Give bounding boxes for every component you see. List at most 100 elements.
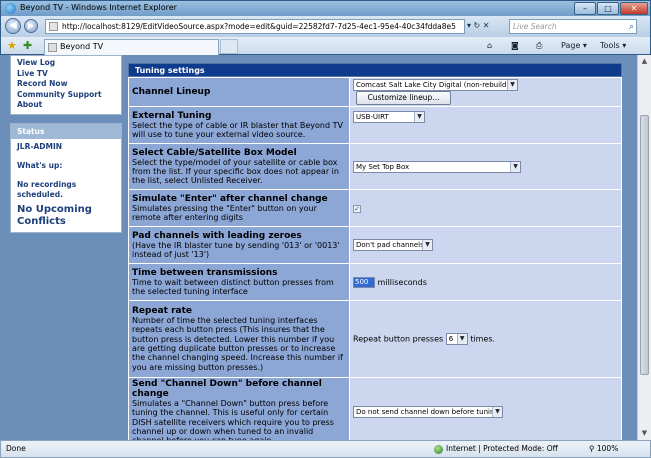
minimize-button[interactable]: – (574, 2, 596, 15)
zoom-text: 100% (596, 444, 619, 453)
row-time-between: Time between transmissions Time to wait … (128, 263, 622, 301)
status-recordings: No recordings scheduled. (17, 179, 77, 199)
back-button[interactable]: ◀ (5, 18, 21, 34)
time-between-input[interactable]: 500 (353, 276, 375, 288)
close-button[interactable]: ✕ (620, 2, 648, 15)
ie-logo-icon (5, 3, 16, 14)
channel-lineup-select[interactable]: Comcast Salt Lake City Digital (non-rebu… (353, 79, 518, 91)
window-title: Beyond TV - Windows Internet Explorer (20, 3, 177, 12)
zoom-icon: ⚲ (589, 444, 597, 453)
page-menu[interactable]: Page ▾ (561, 39, 587, 53)
search-placeholder: Live Search (513, 22, 557, 31)
sidebar-nav: View Log Live TV Record Now Community Su… (10, 55, 122, 115)
repeat-rate-suffix: times. (470, 334, 496, 344)
repeat-rate-title: Repeat rate (132, 306, 193, 317)
repeat-rate-value: 6 (448, 335, 454, 343)
search-input[interactable]: Live Search ⌕ (509, 19, 637, 34)
pad-zeroes-value: Don't pad channels (356, 241, 424, 249)
repeat-rate-prefix: Repeat button presses (353, 334, 444, 344)
channel-down-title: Send "Channel Down" before channel chang… (132, 379, 322, 399)
feeds-icon[interactable]: ◙ (511, 39, 519, 53)
row-repeat-rate: Repeat rate Number of time the selected … (128, 300, 622, 378)
security-zone-text: Internet | Protected Mode: Off (446, 444, 558, 453)
chevron-down-icon: ▼ (456, 334, 467, 344)
external-tuning-title: External Tuning (132, 110, 212, 121)
channel-lineup-value: Comcast Salt Lake City Digital (non-rebu… (356, 81, 510, 89)
status-header: Status (11, 123, 121, 139)
external-tuning-select[interactable]: USB-UIRT ▼ (353, 111, 425, 123)
add-favorite-icon[interactable]: ✚ (23, 39, 32, 52)
row-pad-zeroes: Pad channels with leading zeroes (Have t… (128, 226, 622, 264)
nav-view-log[interactable]: View Log (17, 58, 115, 69)
page-content: View Log Live TV Record Now Community Su… (0, 55, 637, 440)
channel-down-select[interactable]: Do not send channel down before tuning ▼ (353, 406, 503, 419)
refresh-stop-icons[interactable]: ▾ ↻ ✕ (467, 19, 505, 34)
settings-panel: Tuning settings Channel Lineup Comcast S… (128, 55, 622, 440)
chevron-down-icon: ▼ (422, 240, 432, 250)
tab-bar: ★ ✚ Beyond TV ⌂ ◙ ⎙ Page ▾ Tools ▾ (0, 37, 651, 55)
row-box-model: Select Cable/Satellite Box Model Select … (128, 143, 622, 190)
row-external-tuning: External Tuning Select the type of cable… (128, 106, 622, 144)
simulate-enter-checkbox[interactable]: ✓ (353, 204, 361, 213)
tab-favicon-icon (48, 43, 57, 52)
status-conflicts[interactable]: No Upcoming Conflicts (17, 204, 115, 228)
tab-beyond-tv[interactable]: Beyond TV (44, 39, 219, 55)
simulate-enter-desc: Simulates pressing the "Enter" button on… (132, 203, 317, 222)
external-tuning-desc: Select the type of cable or IR blaster t… (132, 120, 343, 139)
scroll-up-icon[interactable]: ▲ (639, 56, 650, 67)
external-tuning-value: USB-UIRT (356, 113, 389, 121)
url-input[interactable]: http://localhost:8129/EditVideoSource.as… (45, 19, 465, 34)
channel-down-value: Do not send channel down before tuning (356, 408, 499, 417)
chevron-down-icon: ▼ (507, 80, 517, 90)
status-body: JLR-ADMIN What's up: No recordings sched… (11, 139, 121, 232)
security-zone[interactable]: Internet | Protected Mode: Off (434, 441, 558, 457)
tab-label: Beyond TV (60, 42, 104, 51)
box-model-value: My Set Top Box (356, 162, 410, 171)
row-simulate-enter: Simulate "Enter" after channel change Si… (128, 189, 622, 227)
simulate-enter-title: Simulate "Enter" after channel change (132, 193, 328, 204)
tools-menu[interactable]: Tools ▾ (600, 39, 626, 53)
forward-button[interactable]: ▶ (24, 19, 38, 33)
time-between-desc: Time to wait between distinct button pre… (132, 277, 334, 296)
channel-lineup-title: Channel Lineup (132, 87, 211, 97)
new-tab-button[interactable] (220, 39, 238, 54)
vertical-scrollbar[interactable]: ▲ ▼ (637, 55, 651, 440)
repeat-rate-select[interactable]: 6 ▼ (445, 333, 468, 345)
home-icon[interactable]: ⌂ (487, 39, 492, 53)
url-text: http://localhost:8129/EditVideoSource.as… (62, 22, 456, 31)
box-model-title: Select Cable/Satellite Box Model (132, 147, 297, 158)
status-user: JLR-ADMIN (17, 141, 63, 151)
section-title: Tuning settings (128, 63, 622, 77)
repeat-rate-desc: Number of time the selected tuning inter… (132, 316, 343, 372)
pad-zeroes-select[interactable]: Don't pad channels ▼ (353, 239, 433, 251)
sidebar: View Log Live TV Record Now Community Su… (10, 55, 122, 241)
status-box: Status JLR-ADMIN What's up: No recording… (10, 122, 122, 233)
nav-record-now[interactable]: Record Now (17, 79, 115, 90)
nav-community-support[interactable]: Community Support (17, 90, 115, 101)
favorites-star-icon[interactable]: ★ (7, 39, 17, 52)
box-model-select[interactable]: My Set Top Box ▼ (353, 160, 521, 173)
status-whats-up: What's up: (17, 160, 63, 170)
globe-icon (434, 444, 443, 454)
print-icon[interactable]: ⎙ (536, 39, 542, 53)
chevron-down-icon: ▼ (510, 161, 520, 172)
time-between-title: Time between transmissions (132, 267, 278, 278)
scroll-down-icon[interactable]: ▼ (639, 428, 650, 439)
pad-zeroes-desc: (Have the IR blaster tune by sending '01… (132, 240, 340, 259)
zoom-level[interactable]: ⚲ 100% (589, 441, 618, 457)
maximize-button[interactable]: □ (597, 2, 619, 15)
tuning-settings-table: Channel Lineup Comcast Salt Lake City Di… (128, 77, 622, 440)
address-bar: ◀ ▶ http://localhost:8129/EditVideoSourc… (0, 16, 651, 37)
page-favicon-icon (49, 22, 58, 31)
customize-lineup-button[interactable]: Customize lineup... (356, 91, 451, 105)
scroll-thumb[interactable] (640, 115, 649, 375)
chevron-down-icon: ▼ (492, 407, 502, 418)
nav-about[interactable]: About (17, 100, 115, 111)
box-model-desc: Select the type/model of your satellite … (132, 157, 339, 186)
row-channel-lineup: Channel Lineup Comcast Salt Lake City Di… (128, 77, 622, 107)
nav-live-tv[interactable]: Live TV (17, 69, 115, 80)
time-between-unit: milliseconds (377, 277, 427, 287)
pad-zeroes-title: Pad channels with leading zeroes (132, 230, 302, 241)
window-titlebar: Beyond TV - Windows Internet Explorer – … (0, 0, 651, 16)
search-icon[interactable]: ⌕ (629, 21, 634, 34)
